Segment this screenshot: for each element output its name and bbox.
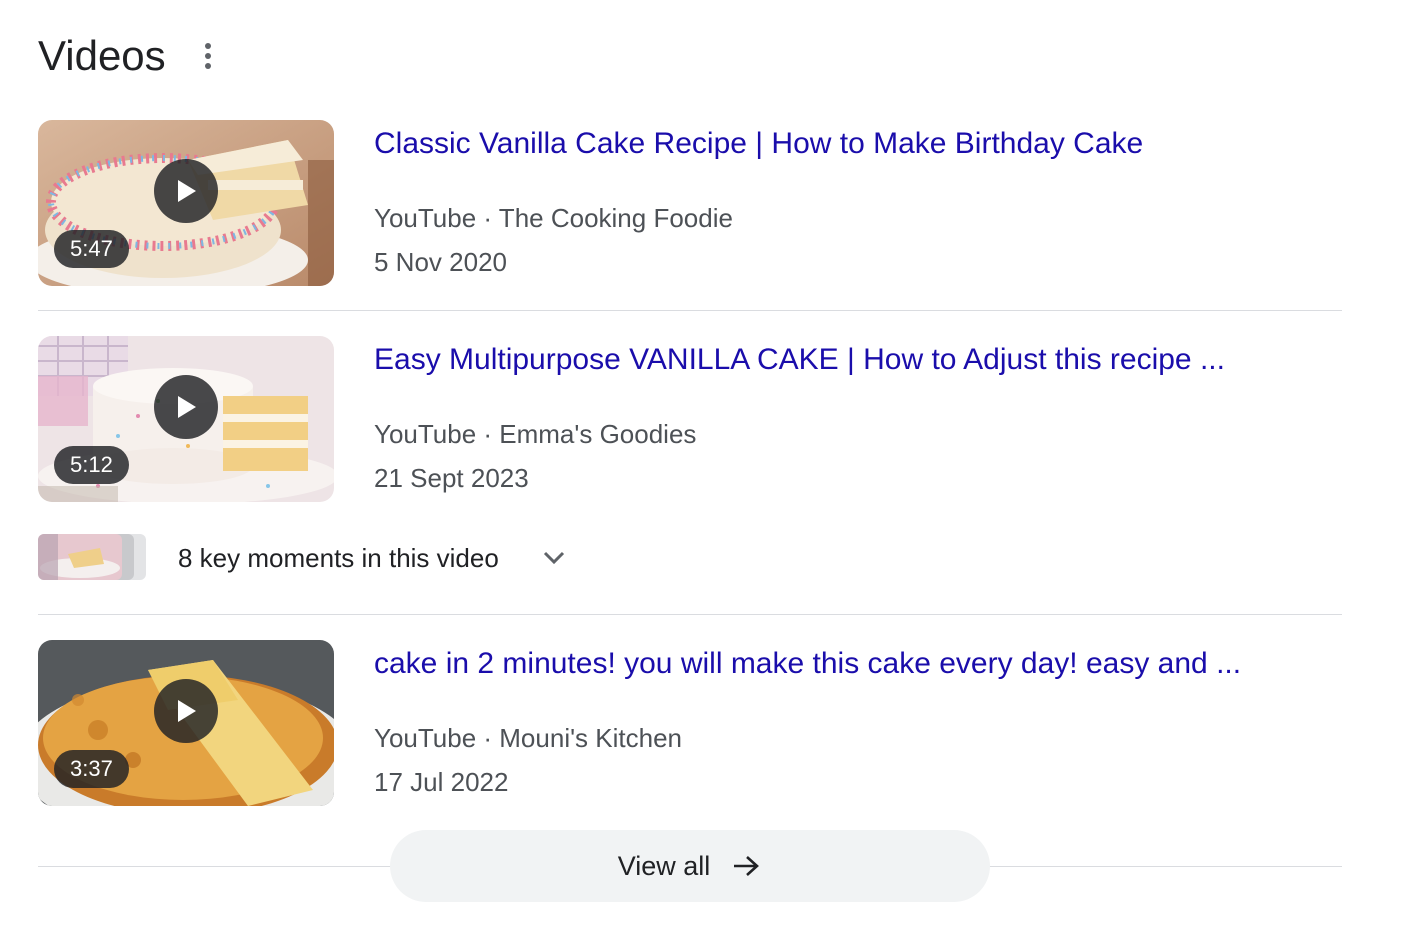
duration-badge: 3:37 [54, 750, 129, 788]
video-source: YouTube · The Cooking Foodie [374, 203, 733, 233]
video-title-link[interactable]: Classic Vanilla Cake Recipe | How to Mak… [374, 124, 1143, 164]
key-moments-thumbnails [38, 534, 148, 582]
video-thumbnail-2[interactable]: 5:12 [38, 336, 334, 502]
video-thumbnail-1[interactable]: 5:47 [38, 120, 334, 286]
key-moments-label: 8 key moments in this video [178, 542, 499, 573]
video-title-link[interactable]: cake in 2 minutes! you will make this ca… [374, 644, 1241, 684]
video-thumbnail-3[interactable]: 3:37 [38, 640, 334, 806]
view-all-label: View all [617, 850, 711, 881]
section-title: Videos [38, 32, 166, 79]
divider [38, 614, 1342, 615]
more-vert-icon[interactable] [200, 41, 216, 71]
duration-badge: 5:12 [54, 446, 129, 484]
video-date: 17 Jul 2022 [374, 767, 509, 797]
video-date: 5 Nov 2020 [374, 247, 507, 277]
play-icon[interactable] [154, 375, 218, 439]
video-result-2: 5:12 Easy Multipurpose VANILLA CAKE | Ho… [38, 336, 1342, 502]
duration-badge: 5:47 [54, 230, 129, 268]
key-moments-toggle[interactable]: 8 key moments in this video [38, 534, 569, 582]
view-all-button[interactable]: View all [390, 830, 990, 902]
video-result-3: 3:37 cake in 2 minutes! you will make th… [38, 640, 1342, 806]
video-source: YouTube · Mouni's Kitchen [374, 723, 683, 753]
chevron-down-icon[interactable] [539, 543, 569, 573]
key-moment-thumbnail [38, 534, 122, 580]
videos-header: Videos [38, 30, 216, 82]
video-date: 21 Sept 2023 [374, 463, 529, 493]
divider [38, 310, 1342, 311]
arrow-right-icon [732, 851, 762, 881]
video-source: YouTube · Emma's Goodies [374, 419, 697, 449]
play-icon[interactable] [154, 679, 218, 743]
video-title-link[interactable]: Easy Multipurpose VANILLA CAKE | How to … [374, 340, 1225, 380]
play-icon[interactable] [154, 159, 218, 223]
video-result-1: 5:47 Classic Vanilla Cake Recipe | How t… [38, 120, 1342, 286]
